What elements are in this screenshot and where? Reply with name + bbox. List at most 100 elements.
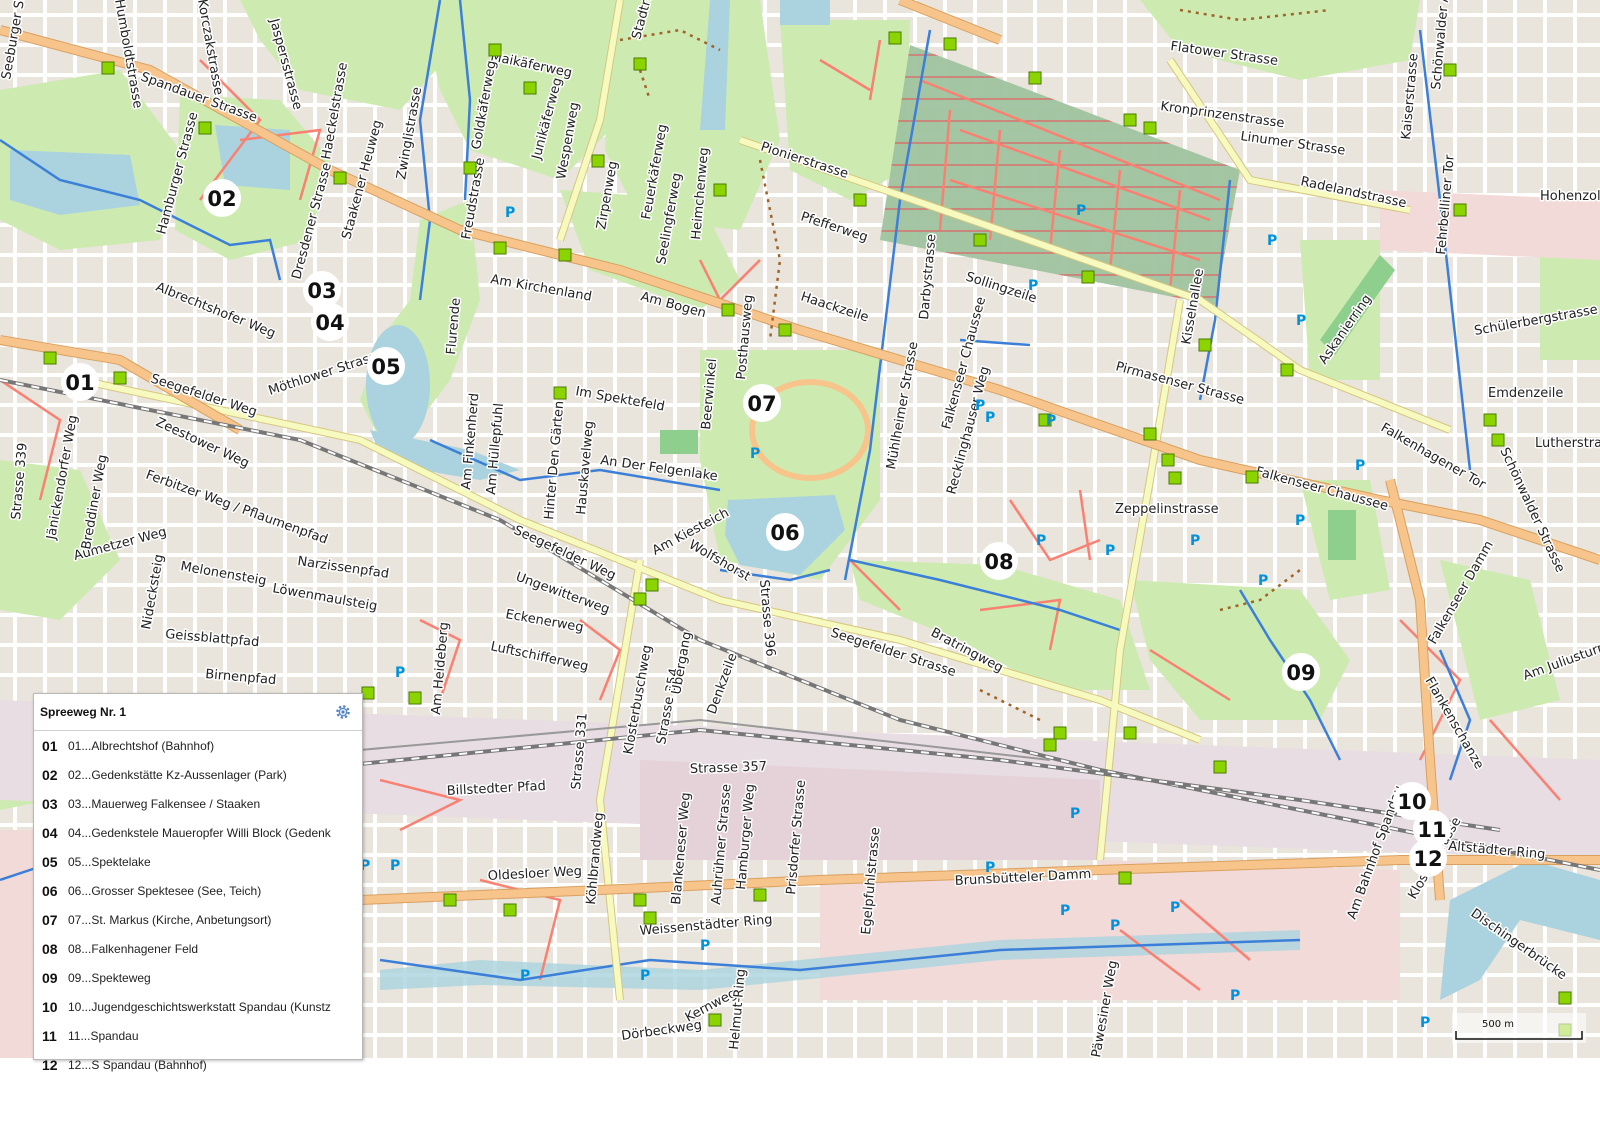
street-label: Zeppelinstrasse (1115, 502, 1219, 517)
bus-stop-icon (553, 386, 567, 400)
parking-icon: P (1267, 233, 1277, 249)
bus-stop-icon (888, 31, 902, 45)
bus-stop-icon (1028, 71, 1042, 85)
bus-stop-icon (43, 351, 57, 365)
bus-stop-icon (333, 171, 347, 185)
legend-item[interactable]: 07 07...St. Markus (Kirche, Anbetungsort) (34, 905, 362, 934)
legend-item[interactable]: 05 05...Spektelake (34, 847, 362, 876)
bus-stop-icon (778, 323, 792, 337)
bus-stop-icon (645, 578, 659, 592)
legend-item[interactable]: 10 10...Jugendgeschichtswerkstatt Spandau… (34, 992, 362, 1021)
legend-label: 04...Gedenkstele Maueropfer Willi Block … (68, 825, 331, 840)
bus-stop-icon (1453, 203, 1467, 217)
route-marker-01[interactable]: 01 (61, 363, 99, 401)
legend-item[interactable]: 04 04...Gedenkstele Maueropfer Willi Bloc… (34, 818, 362, 847)
bus-stop-icon (633, 57, 647, 71)
legend-item[interactable]: 02 02...Gedenkstätte Kz-Aussenlager (Park… (34, 760, 362, 789)
bus-stop-icon (101, 61, 115, 75)
legend-label: 05...Spektelake (68, 854, 151, 869)
route-marker-label: 02 (207, 187, 236, 211)
bus-stop-icon (973, 233, 987, 247)
legend-item[interactable]: 09 09...Spekteweg (34, 963, 362, 992)
scale-label: 500 m (1482, 1019, 1514, 1030)
legend-label: 06...Grosser Spektesee (See, Teich) (68, 883, 262, 898)
parking-icon: P (395, 665, 405, 681)
street-label: Strasse 357 (690, 759, 768, 777)
parking-icon: P (1060, 903, 1070, 919)
bus-stop-icon (443, 893, 457, 907)
route-marker-03[interactable]: 03 (303, 271, 341, 309)
legend-number: 11 (42, 1027, 57, 1044)
legend-item[interactable]: 12 12...S Spandau (Bahnhof) (34, 1050, 362, 1079)
bus-stop-icon (721, 303, 735, 317)
bus-stop-icon (523, 81, 537, 95)
parking-icon: P (1355, 458, 1365, 474)
parking-icon: P (1105, 543, 1115, 559)
bus-stop-icon (643, 911, 657, 925)
bus-stop-icon (488, 43, 502, 57)
route-marker-06[interactable]: 06 (766, 513, 804, 551)
bus-stop-icon (1245, 470, 1259, 484)
bus-stop-icon (1168, 471, 1182, 485)
legend-item[interactable]: 03 03...Mauerweg Falkensee / Staaken (34, 789, 362, 818)
route-marker-02[interactable]: 02 (203, 179, 241, 217)
legend-item[interactable]: 08 08...Falkenhagener Feld (34, 934, 362, 963)
legend-label: 08...Falkenhagener Feld (68, 941, 199, 956)
bus-stop-icon (1213, 760, 1227, 774)
route-marker-label: 03 (307, 279, 336, 303)
bus-stop-icon (1198, 338, 1212, 352)
bus-stop-icon (503, 903, 517, 917)
legend-label: 10...Jugendgeschichtswerkstatt Spandau (… (68, 999, 331, 1014)
parking-icon: P (520, 968, 530, 984)
route-marker-07[interactable]: 07 (743, 384, 781, 422)
parking-icon: P (700, 938, 710, 954)
legend-item[interactable]: 11 11...Spandau (34, 1021, 362, 1050)
parking-icon: P (505, 205, 515, 221)
bus-stop-icon (1123, 113, 1137, 127)
bus-stop-icon (493, 241, 507, 255)
legend-label: 11...Spandau (68, 1028, 139, 1043)
bus-stop-icon (1558, 991, 1572, 1005)
route-marker-05[interactable]: 05 (367, 347, 405, 385)
legend-title: Spreeweg Nr. 1 (40, 705, 127, 719)
route-marker-08[interactable]: 08 (980, 542, 1018, 580)
bus-stop-icon (1043, 738, 1057, 752)
route-marker-label: 01 (65, 371, 94, 395)
street-label: Emdenzeile (1488, 386, 1563, 401)
route-marker-label: 06 (770, 521, 799, 545)
route-marker-label: 09 (1286, 661, 1315, 685)
legend-number: 02 (42, 766, 58, 783)
route-marker-label: 11 (1417, 818, 1446, 842)
route-marker-04[interactable]: 04 (311, 303, 349, 341)
parking-icon: P (1046, 413, 1056, 429)
parking-icon: P (1258, 573, 1268, 589)
legend-number: 07 (42, 911, 58, 928)
bus-stop-icon (633, 592, 647, 606)
bus-stop-icon (1443, 63, 1457, 77)
legend-number: 05 (42, 853, 58, 870)
route-marker-label: 07 (747, 392, 776, 416)
legend-number: 01 (42, 737, 58, 754)
parking-icon: P (1420, 1015, 1430, 1031)
parking-icon: P (1028, 278, 1038, 294)
legend-number: 09 (42, 969, 58, 986)
bus-stop-icon (633, 893, 647, 907)
legend-item[interactable]: 06 06...Grosser Spektesee (See, Teich) (34, 876, 362, 905)
route-marker-12[interactable]: 12 (1409, 839, 1447, 877)
parking-icon: P (975, 398, 985, 414)
bus-stop-icon (361, 686, 375, 700)
legend-number: 08 (42, 940, 58, 957)
gear-icon[interactable] (332, 701, 354, 723)
legend-list: 01 01...Albrechtshof (Bahnhof) 02 02...Ged… (34, 731, 362, 1079)
bus-stop-icon (1118, 871, 1132, 885)
bus-stop-icon (113, 371, 127, 385)
parking-icon: P (1170, 900, 1180, 916)
parking-icon: P (1070, 806, 1080, 822)
legend-item[interactable]: 01 01...Albrechtshof (Bahnhof) (34, 731, 362, 760)
bus-stop-icon (1491, 433, 1505, 447)
bus-stop-icon (1280, 363, 1294, 377)
bus-stop-icon (198, 121, 212, 135)
legend-number: 10 (42, 998, 58, 1015)
parking-icon: P (1295, 513, 1305, 529)
route-marker-09[interactable]: 09 (1282, 653, 1320, 691)
